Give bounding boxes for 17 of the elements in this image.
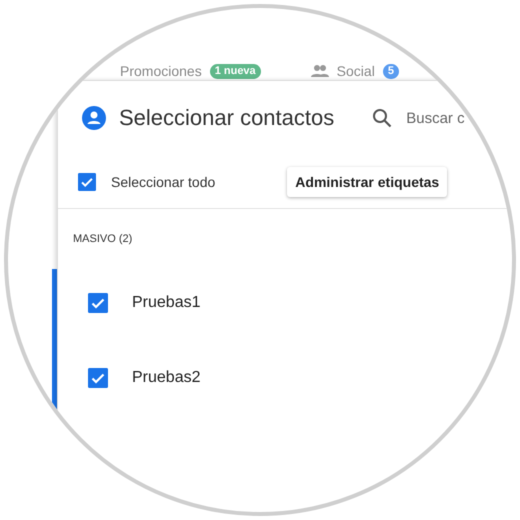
contact-name: Pruebas2 [132, 368, 200, 386]
manage-labels-button[interactable]: Administrar etiquetas [287, 167, 448, 197]
people-icon [310, 64, 329, 78]
contact-name: Pruebas1 [132, 294, 200, 312]
new-count-badge: 1 nueva [210, 64, 261, 78]
select-all-label: Seleccionar todo [111, 174, 216, 190]
search-icon[interactable] [372, 108, 392, 128]
contact-avatar-icon [82, 106, 106, 130]
group-heading: MASIVO (2) [72, 232, 134, 245]
checkbox[interactable] [88, 368, 108, 388]
checkbox[interactable] [78, 173, 96, 191]
new-count-badge: 5 [382, 64, 399, 78]
tab-label[interactable]: Social [336, 62, 375, 80]
tab-label[interactable]: Promociones [120, 62, 202, 80]
dialog-title: Seleccionar contactos [119, 105, 334, 131]
search-field[interactable]: Buscar c [406, 110, 506, 126]
checkbox[interactable] [88, 292, 108, 312]
